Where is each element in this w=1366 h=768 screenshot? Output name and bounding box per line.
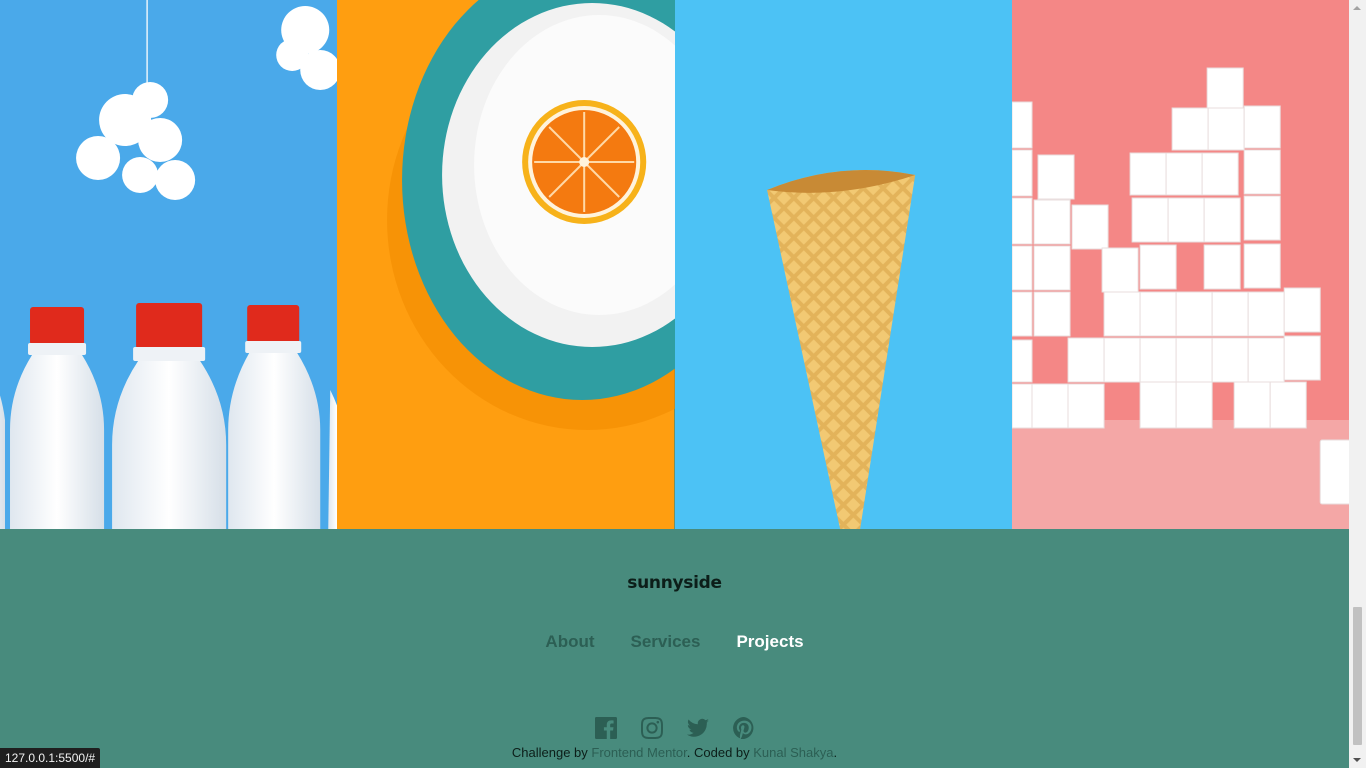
scroll-up-arrow-icon (1353, 6, 1361, 10)
scroll-up-button[interactable] (1349, 0, 1366, 17)
facebook-icon[interactable] (594, 717, 617, 739)
instagram-icon[interactable] (640, 717, 663, 739)
nav-link-services[interactable]: Services (631, 632, 701, 652)
sugar-cubes-image (1011, 0, 1349, 529)
footer-attribution: Challenge by Frontend Mentor. Coded by K… (0, 745, 1349, 760)
nav-link-about[interactable]: About (545, 632, 594, 652)
status-bar-url: 127.0.0.1:5500/# (0, 748, 101, 768)
credit-middle: . Coded by (686, 745, 754, 760)
scrollbar-thumb[interactable] (1353, 607, 1362, 745)
ice-cream-cone-image (674, 0, 1012, 529)
image-gallery (0, 0, 1349, 529)
credit-prefix: Challenge by (511, 745, 592, 760)
social-links (0, 717, 1349, 739)
pinterest-icon[interactable] (732, 717, 755, 739)
milk-bottles-image (0, 0, 338, 529)
footer-nav: About Services Projects (0, 632, 1349, 652)
vertical-scrollbar[interactable] (1349, 0, 1366, 768)
author-link[interactable]: Kunal Shakya (753, 745, 833, 760)
scroll-down-button[interactable] (1349, 751, 1366, 768)
orange-plate-image (337, 0, 675, 529)
frontend-mentor-link[interactable]: Frontend Mentor (591, 745, 686, 760)
credit-suffix: . (833, 745, 838, 760)
footer-logo[interactable]: sunnyside (0, 573, 1349, 593)
site-footer: sunnyside About Services Projects Challe… (0, 529, 1349, 768)
scroll-down-arrow-icon (1353, 758, 1361, 762)
nav-link-projects[interactable]: Projects (736, 632, 803, 652)
twitter-icon[interactable] (686, 717, 709, 739)
